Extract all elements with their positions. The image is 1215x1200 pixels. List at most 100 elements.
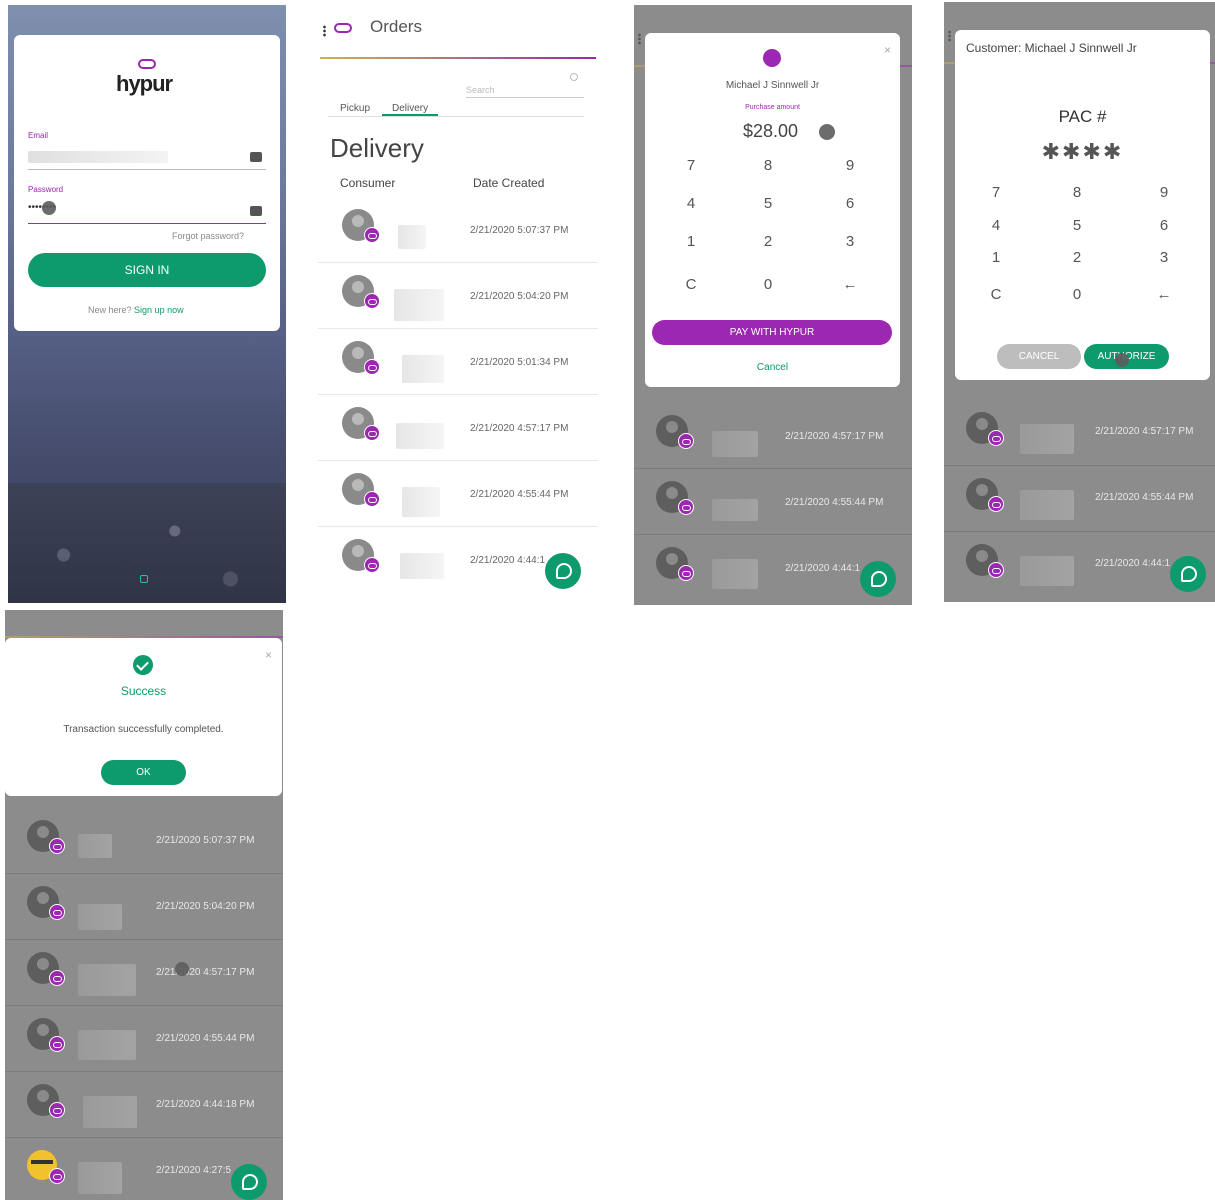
table-row[interactable]: 2/21/2020 4:55:44 PM [634, 469, 912, 535]
date-created: 2/21/2020 4:44:18 PM [156, 1099, 255, 1110]
forgot-password-link[interactable]: Forgot password? [172, 231, 244, 241]
success-title: Success [120, 684, 167, 698]
keypad-3[interactable]: 3 [1149, 249, 1179, 266]
keypad-7[interactable]: 7 [981, 184, 1011, 201]
consumer-name [78, 1030, 136, 1060]
close-icon[interactable]: × [884, 43, 891, 57]
touch-indicator [42, 201, 56, 215]
signup-prompt: New here? Sign up now [88, 305, 184, 315]
consumer-name [712, 559, 758, 589]
keypad-clear[interactable]: C [981, 286, 1011, 303]
backspace-icon[interactable]: ← [835, 276, 865, 293]
column-date-created: Date Created [473, 176, 545, 190]
chat-button[interactable] [860, 561, 896, 597]
table-row[interactable]: 2/21/2020 4:44:18 PM [5, 1072, 283, 1138]
consumer-name [402, 355, 444, 383]
table-row[interactable]: 2/21/2020 5:04:20 PM [5, 874, 283, 940]
menu-dots-icon[interactable] [323, 25, 326, 37]
close-icon[interactable]: × [265, 648, 272, 662]
hypur-badge-icon [364, 227, 380, 243]
purchase-amount: $28.00 [743, 121, 798, 142]
consumer-name [396, 423, 444, 449]
payment-screen: 2/21/2020 4:57:17 PM 2/21/2020 4:55:44 P… [634, 5, 912, 605]
chat-button[interactable] [1170, 556, 1206, 592]
tab-delivery[interactable]: Delivery [392, 103, 428, 114]
table-row[interactable]: 2/21/2020 4:57:17 PM [634, 403, 912, 469]
hypur-badge-icon [49, 1102, 65, 1118]
consumer-name [78, 904, 122, 930]
keypad-2[interactable]: 2 [753, 233, 783, 250]
tab-pickup[interactable]: Pickup [340, 103, 370, 114]
keypad-3[interactable]: 3 [835, 233, 865, 250]
cancel-link[interactable]: Cancel [645, 362, 900, 373]
table-row[interactable]: 2/21/2020 5:07:37 PM [318, 197, 598, 263]
table-row[interactable]: 2/21/2020 4:55:44 PM [318, 461, 598, 527]
keypad-9[interactable]: 9 [1149, 184, 1179, 201]
keypad-6[interactable]: 6 [835, 195, 865, 212]
keypad-2[interactable]: 2 [1062, 249, 1092, 266]
date-created: 2/21/2020 4:44:1 [785, 563, 861, 574]
email-label: Email [28, 131, 49, 140]
new-here-text: New here? [88, 305, 132, 315]
hypur-badge-icon [49, 838, 65, 854]
table-row[interactable]: 2/21/2020 4:57:17 PM [318, 395, 598, 461]
backspace-icon[interactable]: ← [1149, 286, 1179, 303]
keypad-1[interactable]: 1 [981, 249, 1011, 266]
consumer-name [712, 431, 758, 457]
pay-with-hypur-button[interactable]: PAY WITH HYPUR [652, 320, 892, 345]
keypad-1[interactable]: 1 [676, 233, 706, 250]
keypad-5[interactable]: 5 [1062, 217, 1092, 234]
keypad-9[interactable]: 9 [835, 157, 865, 174]
touch-indicator [819, 124, 835, 140]
password-underline [28, 223, 266, 224]
keypad-8[interactable]: 8 [753, 157, 783, 174]
keypad-7[interactable]: 7 [676, 157, 706, 174]
keypad-6[interactable]: 6 [1149, 217, 1179, 234]
consumer-name [1020, 424, 1074, 454]
customer-label: Customer: Michael J Sinnwell Jr [966, 41, 1137, 55]
keypad-4[interactable]: 4 [981, 217, 1011, 234]
chat-button[interactable] [545, 553, 581, 589]
chat-button[interactable] [231, 1164, 267, 1200]
menu-dots-icon[interactable] [638, 33, 641, 45]
menu-dots-icon[interactable] [948, 30, 951, 42]
table-row[interactable]: 2/21/2020 5:04:20 PM [318, 263, 598, 329]
keypad-0[interactable]: 0 [753, 276, 783, 293]
hypur-badge-icon [988, 562, 1004, 578]
search-icon[interactable] [570, 73, 578, 81]
hypur-logo-icon [763, 49, 781, 67]
table-row[interactable]: 2/21/2020 5:07:37 PM [5, 808, 283, 874]
success-screen: 2/21/2020 5:07:37 PM 2/21/2020 5:04:20 P… [5, 610, 283, 1200]
table-row[interactable]: 2/21/2020 4:55:44 PM [944, 466, 1215, 532]
check-icon [133, 655, 153, 675]
keypad-4[interactable]: 4 [676, 195, 706, 212]
date-created: 2/21/2020 4:57:17 PM [470, 423, 569, 434]
ok-button[interactable]: OK [101, 760, 186, 785]
consumer-name [78, 1162, 122, 1194]
sign-in-button[interactable]: SIGN IN [28, 253, 266, 287]
keypad-8[interactable]: 8 [1062, 184, 1092, 201]
keypad-clear[interactable]: C [676, 276, 706, 293]
pac-screen: 2/21/2020 4:57:17 PM 2/21/2020 4:55:44 P… [944, 2, 1215, 602]
pac-modal: Customer: Michael J Sinnwell Jr PAC # ✱✱… [955, 30, 1210, 380]
table-row[interactable]: 2/21/2020 4:57:17 PM [944, 400, 1215, 466]
hypur-badge-icon [988, 430, 1004, 446]
table-row[interactable]: 2/21/2020 5:01:34 PM [318, 329, 598, 395]
keypad-0[interactable]: 0 [1062, 286, 1092, 303]
sign-up-link[interactable]: Sign up now [134, 305, 184, 315]
hypur-badge-icon [49, 970, 65, 986]
table-row[interactable]: 2/21/2020 4:57:17 PM [5, 940, 283, 1006]
cancel-button[interactable]: CANCEL [997, 344, 1081, 369]
tabs-divider [328, 116, 584, 117]
pac-input[interactable]: ✱✱✱✱ [955, 139, 1210, 165]
autofill-key-icon[interactable] [250, 152, 262, 162]
consumer-name [400, 553, 444, 579]
table-row[interactable]: 2/21/2020 4:55:44 PM [5, 1006, 283, 1072]
consumer-name [394, 289, 444, 321]
email-field[interactable] [28, 151, 168, 163]
currency-symbol: $ [743, 121, 754, 141]
keypad-5[interactable]: 5 [753, 195, 783, 212]
date-created: 2/21/2020 4:55:44 PM [785, 497, 884, 508]
search-input[interactable]: Search [466, 85, 495, 95]
autofill-key-icon[interactable] [250, 206, 262, 216]
